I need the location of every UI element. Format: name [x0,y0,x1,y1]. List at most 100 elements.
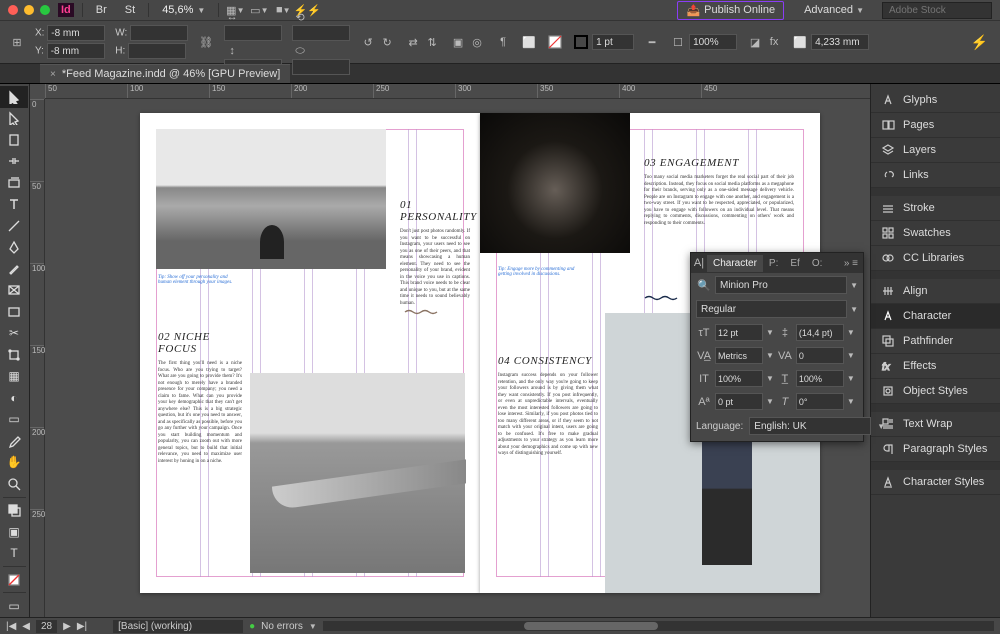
preflight-status[interactable]: No errors [261,621,303,632]
image-frame[interactable] [250,373,465,573]
type-tool[interactable] [0,194,28,216]
last-page-button[interactable]: ▶| [77,621,87,632]
rotate-field[interactable] [292,25,350,41]
shear-field[interactable] [292,59,350,75]
fill-stroke-toggle[interactable] [0,499,28,521]
font-family-field[interactable] [715,276,847,294]
rectangle-frame-tool[interactable] [0,280,28,302]
tip-text[interactable]: Tip: Show off your personality and human… [158,275,238,285]
panel-pages[interactable]: Pages [871,113,1000,138]
hscale-field[interactable] [796,370,844,387]
formatting-text-icon[interactable]: T [0,542,28,564]
gradient-feather-tool[interactable]: ◐ [0,387,28,409]
image-frame[interactable] [480,113,630,253]
zoom-level[interactable]: 45,6% ▼ [157,4,210,16]
panel-align[interactable]: Align [871,279,1000,304]
w-field[interactable] [130,25,188,41]
fx-menu-icon[interactable]: fx [766,34,782,50]
h-field[interactable] [128,43,186,59]
pen-tool[interactable] [0,237,28,259]
workspace-switcher[interactable]: Advanced ▼ [804,4,864,16]
adobe-stock-search[interactable] [882,2,992,19]
tab-character[interactable]: Character [707,255,763,272]
rectangle-tool[interactable] [0,301,28,323]
body-text[interactable]: The first thing you'll need is a niche f… [158,361,242,465]
horizontal-scrollbar[interactable] [323,621,994,631]
zoom-tool[interactable] [0,473,28,495]
stock-button[interactable]: St [120,4,140,16]
panel-object-styles[interactable]: Object Styles [871,379,1000,404]
gap-tool[interactable] [0,151,28,173]
heading[interactable]: 03 ENGAGEMENT [644,157,794,169]
tab-object[interactable]: O: [806,255,829,272]
scale-x-field[interactable] [224,25,282,41]
rotate-ccw-icon[interactable]: ↺ [360,34,376,50]
corner-field[interactable] [811,34,869,50]
bridge-button[interactable]: Br [91,4,112,16]
select-content-icon[interactable]: ◎ [469,34,485,50]
quick-apply-icon[interactable]: ⚡ [971,34,994,51]
heading[interactable]: 02 NICHE FOCUS [158,331,242,355]
layout-field[interactable]: [Basic] (working) [113,620,243,633]
panel-links[interactable]: Links [871,163,1000,188]
view-mode-icon[interactable]: ▭ [0,595,28,617]
panel-paragraph-styles[interactable]: Paragraph Styles [871,437,1000,462]
skew-field[interactable] [796,393,844,410]
panel-stroke[interactable]: Stroke [871,196,1000,221]
search-icon[interactable]: 🔍 [696,277,712,293]
note-tool[interactable]: ▭ [0,409,28,431]
tip-text[interactable]: Tip: Engage more by commenting and getti… [498,267,578,277]
tab-effects[interactable]: Ef [784,255,805,272]
select-container-icon[interactable]: ▣ [450,34,466,50]
panel-glyphs[interactable]: Glyphs [871,88,1000,113]
page-number-field[interactable]: 28 [36,620,57,633]
leading-field[interactable] [796,324,844,341]
page-left[interactable]: 01 PERSONALITY Don't just post photos ra… [140,113,480,593]
line-tool[interactable] [0,215,28,237]
heading[interactable]: 04 CONSISTENCY [498,355,598,367]
apply-color-icon[interactable] [0,569,28,591]
hand-tool[interactable]: ✋ [0,452,28,474]
flip-v-icon[interactable]: ⇅ [424,34,440,50]
panel-effects[interactable]: fxEffects [871,354,1000,379]
panel-menu-icon[interactable]: » ≡ [839,258,863,269]
first-page-button[interactable]: |◀ [6,621,16,632]
flip-h-icon[interactable]: ⇄ [405,34,421,50]
x-field[interactable] [47,25,105,41]
pencil-tool[interactable] [0,258,28,280]
fill-swatch[interactable] [547,34,563,50]
eyedropper-tool[interactable] [0,430,28,452]
next-page-button[interactable]: ▶ [63,621,71,632]
rotate-cw-icon[interactable]: ↻ [379,34,395,50]
direct-selection-tool[interactable] [0,108,28,130]
panel-text-wrap[interactable]: Text Wrap [871,412,1000,437]
image-frame[interactable] [156,129,386,269]
vscale-field[interactable] [715,370,763,387]
document-tab[interactable]: ×*Feed Magazine.indd @ 46% [GPU Preview] [40,64,290,83]
prev-page-button[interactable]: ◀ [22,621,30,632]
paragraph-icon[interactable]: ¶ [495,34,511,50]
body-text[interactable]: Too many social media marketers forget t… [644,175,794,227]
stroke-swatch[interactable] [573,34,589,50]
baseline-field[interactable] [715,393,763,410]
panel-swatches[interactable]: Swatches [871,221,1000,246]
panel-layers[interactable]: Layers [871,138,1000,163]
close-tab-icon[interactable]: × [50,69,56,80]
font-style-field[interactable] [696,300,847,318]
ref-point-icon[interactable]: ⊞ [9,34,25,50]
tab-paragraph[interactable]: P: [763,255,784,272]
font-size-field[interactable] [715,324,763,341]
body-text[interactable]: Instagram success depends on your follow… [498,373,598,458]
horizontal-ruler[interactable]: 50100150200250300350400450 [45,84,870,99]
opacity-field[interactable] [689,34,737,50]
heading[interactable]: 01 PERSONALITY [400,199,470,223]
constrain-icon[interactable]: ⛓ [198,34,214,50]
stroke-style-icon[interactable]: ━ [644,34,660,50]
body-text[interactable]: Don't just post photos randomly. If you … [400,229,470,307]
scissors-tool[interactable]: ✂ [0,323,28,345]
text-wrap-icon[interactable]: ⬜ [521,34,537,50]
selection-tool[interactable] [0,86,28,108]
corner-options-icon[interactable]: ⬜ [792,34,808,50]
stroke-weight-field[interactable] [592,34,634,50]
free-transform-tool[interactable] [0,344,28,366]
